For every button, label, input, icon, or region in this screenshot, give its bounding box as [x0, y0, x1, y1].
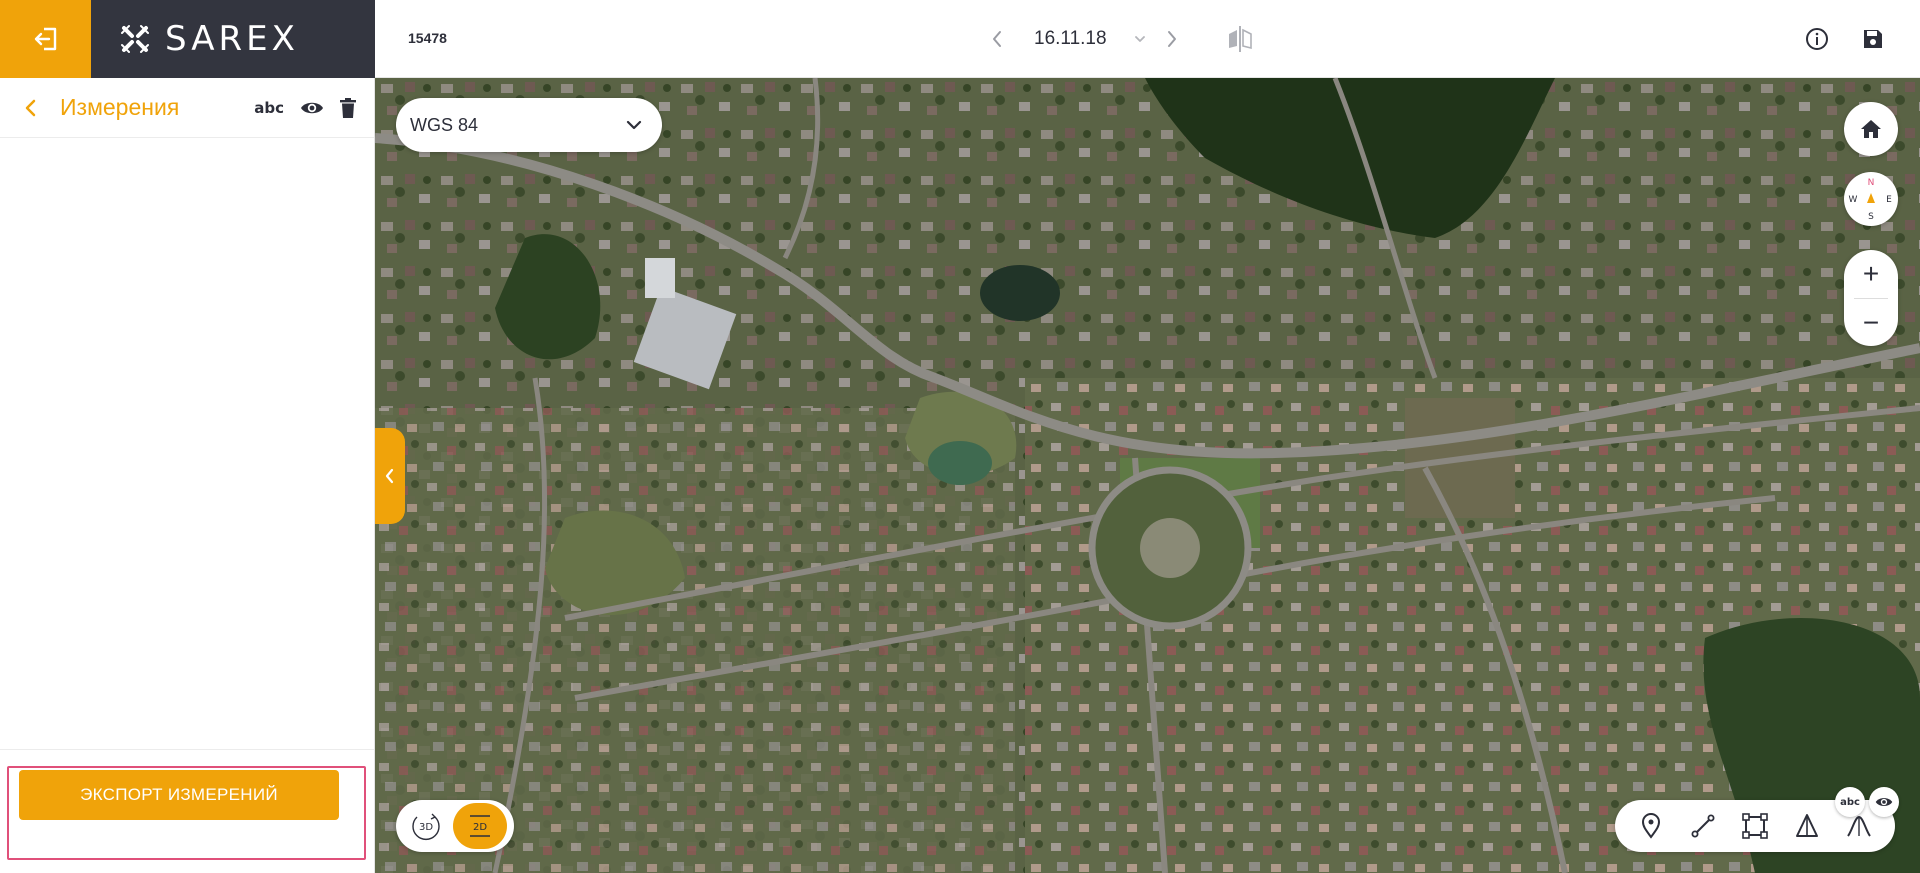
sarex-logo-icon — [121, 25, 149, 53]
previous-date-button[interactable] — [980, 22, 1014, 56]
crs-value: WGS 84 — [410, 114, 479, 135]
point-tool-icon — [1641, 813, 1661, 839]
object-id: 15478 — [408, 30, 447, 46]
line-tool-icon — [1691, 814, 1715, 838]
coordinate-system-select[interactable]: WGS 84 — [396, 98, 662, 152]
chevron-down-icon — [1134, 36, 1145, 42]
home-button[interactable] — [1844, 102, 1898, 156]
compare-dates-button[interactable] — [1225, 24, 1255, 54]
info-button[interactable] — [1804, 26, 1830, 52]
save-button[interactable] — [1860, 26, 1886, 52]
exit-button[interactable] — [0, 0, 91, 78]
info-icon — [1806, 28, 1828, 50]
area-tool-icon — [1742, 813, 1768, 839]
date-navigator: 16.11.18 — [980, 22, 1189, 56]
measurements-panel: Измерения abc ЭКСПОРТ ИЗМЕРЕНИЙ — [0, 78, 375, 873]
satellite-imagery — [375, 78, 1920, 873]
view-mode-toggle: 3D 2D — [396, 800, 514, 852]
top-bar-actions — [1804, 26, 1886, 52]
compass-north: N — [1868, 178, 1875, 188]
eye-icon — [1875, 798, 1893, 806]
compass-east: E — [1886, 195, 1892, 205]
area-tool-button[interactable] — [1736, 807, 1774, 845]
panel-header: Измерения abc — [0, 78, 374, 138]
map-view[interactable]: WGS 84 N S W E + − 3D 2D abc — [375, 78, 1920, 873]
date-dropdown-button[interactable] — [1125, 22, 1155, 56]
back-button[interactable] — [20, 97, 42, 119]
panel-title: Измерения — [60, 94, 180, 120]
compass-west: W — [1849, 195, 1858, 205]
export-measurements-button[interactable]: ЭКСПОРТ ИЗМЕРЕНИЙ — [19, 770, 339, 820]
save-icon — [1864, 30, 1882, 48]
brand-name: SAREX — [165, 19, 299, 59]
abc-label-icon: abc — [254, 98, 284, 117]
top-bar: 15478 16.11.18 — [375, 0, 1920, 78]
tool-visibility-toggle[interactable] — [1869, 787, 1899, 817]
toggle-labels-button[interactable]: abc — [254, 96, 284, 120]
exit-icon — [34, 27, 56, 51]
brand: SAREX — [91, 0, 375, 78]
chevron-left-icon — [25, 99, 36, 116]
delete-all-button[interactable] — [340, 96, 356, 120]
chevron-right-icon — [1167, 31, 1176, 47]
current-date[interactable]: 16.11.18 — [1034, 28, 1107, 50]
next-date-button[interactable] — [1155, 22, 1189, 56]
collapse-panel-button[interactable] — [375, 428, 405, 524]
chevron-left-icon — [385, 468, 394, 484]
home-icon — [1861, 120, 1881, 138]
mode-2d-button[interactable]: 2D — [453, 803, 507, 849]
chevron-down-icon — [626, 120, 642, 130]
tool-labels-toggle[interactable]: abc — [1835, 787, 1865, 817]
eye-icon — [301, 102, 323, 113]
mode-3d-button[interactable]: 3D — [399, 803, 453, 849]
compass-icon: N S W E — [1849, 178, 1893, 222]
panel-footer: ЭКСПОРТ ИЗМЕРЕНИЙ — [0, 749, 374, 873]
zoom-in-button[interactable]: + — [1844, 250, 1898, 298]
compass-south: S — [1868, 212, 1874, 222]
panel-header-actions: abc — [254, 96, 356, 120]
zoom-out-button[interactable]: − — [1844, 299, 1898, 347]
rotate-3d-icon: 3D — [412, 813, 440, 840]
compare-icon — [1229, 26, 1252, 52]
mode-3d-label: 3D — [419, 822, 433, 833]
compass[interactable]: N S W E — [1844, 172, 1898, 226]
trash-icon — [340, 97, 356, 118]
zoom-controls: + − — [1844, 250, 1898, 346]
chevron-left-icon — [993, 31, 1001, 47]
line-tool-button[interactable] — [1684, 807, 1722, 845]
height-tool-button[interactable] — [1788, 807, 1826, 845]
logo-bar: SAREX — [0, 0, 375, 78]
flat-2d-icon: 2D — [470, 815, 490, 837]
mode-2d-label: 2D — [473, 822, 487, 833]
toggle-visibility-button[interactable] — [300, 96, 324, 120]
height-tool-icon — [1796, 814, 1818, 837]
point-tool-button[interactable] — [1632, 807, 1670, 845]
